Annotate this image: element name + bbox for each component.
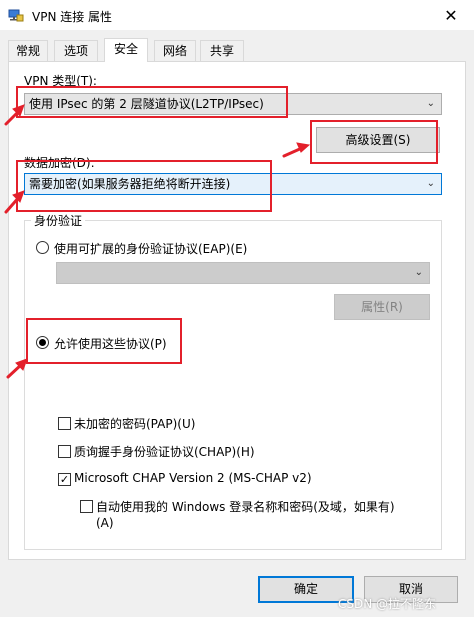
encryption-value: 需要加密(如果服务器拒绝将断开连接) [29,177,231,191]
encryption-label: 数据加密(D): [24,156,95,170]
checkmark-icon: ✓ [59,473,70,486]
chap-checkbox-label: 质询握手身份验证协议(CHAP)(H) [74,445,255,459]
close-icon: ✕ [444,5,458,25]
eap-radio[interactable] [36,241,49,254]
watermark: CSDN @拉不隆东 [338,597,437,611]
tab-sharing[interactable]: 共享 [200,40,244,61]
mschapv2-checkbox-label: Microsoft CHAP Version 2 (MS-CHAP v2) [74,471,312,485]
allow-protocols-radio-label: 允许使用这些协议(P) [54,337,167,351]
chap-checkbox[interactable] [58,445,71,458]
auto-windows-logon-label: 自动使用我的 Windows 登录名称和密码(及域，如果有) [96,500,395,514]
tab-networking[interactable]: 网络 [154,40,196,61]
close-button[interactable]: ✕ [428,0,474,30]
encryption-select[interactable]: 需要加密(如果服务器拒绝将断开连接) ⌄ [24,173,442,195]
eap-properties-button[interactable]: 属性(R) [334,294,430,320]
pap-checkbox[interactable] [58,417,71,430]
vpn-type-label: VPN 类型(T): [24,74,97,88]
auto-windows-logon-label-line2: (A) [96,516,114,530]
radio-selected-dot [39,339,46,346]
auto-windows-logon-checkbox[interactable] [80,500,93,513]
window-title: VPN 连接 属性 [32,10,113,24]
authentication-group-label: 身份验证 [31,212,86,229]
chevron-down-icon: ⌄ [414,267,423,278]
network-icon [8,9,24,22]
tab-security[interactable]: 安全 [104,38,148,62]
chevron-down-icon: ⌄ [426,178,435,189]
chevron-down-icon: ⌄ [426,98,435,109]
eap-method-select[interactable]: ⌄ [56,262,430,284]
allow-protocols-radio[interactable] [36,336,49,349]
advanced-settings-button[interactable]: 高级设置(S) [316,127,440,153]
vpn-type-select[interactable]: 使用 IPsec 的第 2 层隧道协议(L2TP/IPsec) ⌄ [24,93,442,115]
mschapv2-checkbox[interactable]: ✓ [58,473,71,486]
vpn-type-value: 使用 IPsec 的第 2 层隧道协议(L2TP/IPsec) [29,97,264,111]
pap-checkbox-label: 未加密的密码(PAP)(U) [74,417,196,431]
tab-options[interactable]: 选项 [54,40,98,61]
tab-general[interactable]: 常规 [8,40,48,61]
eap-radio-label: 使用可扩展的身份验证协议(EAP)(E) [54,242,248,256]
